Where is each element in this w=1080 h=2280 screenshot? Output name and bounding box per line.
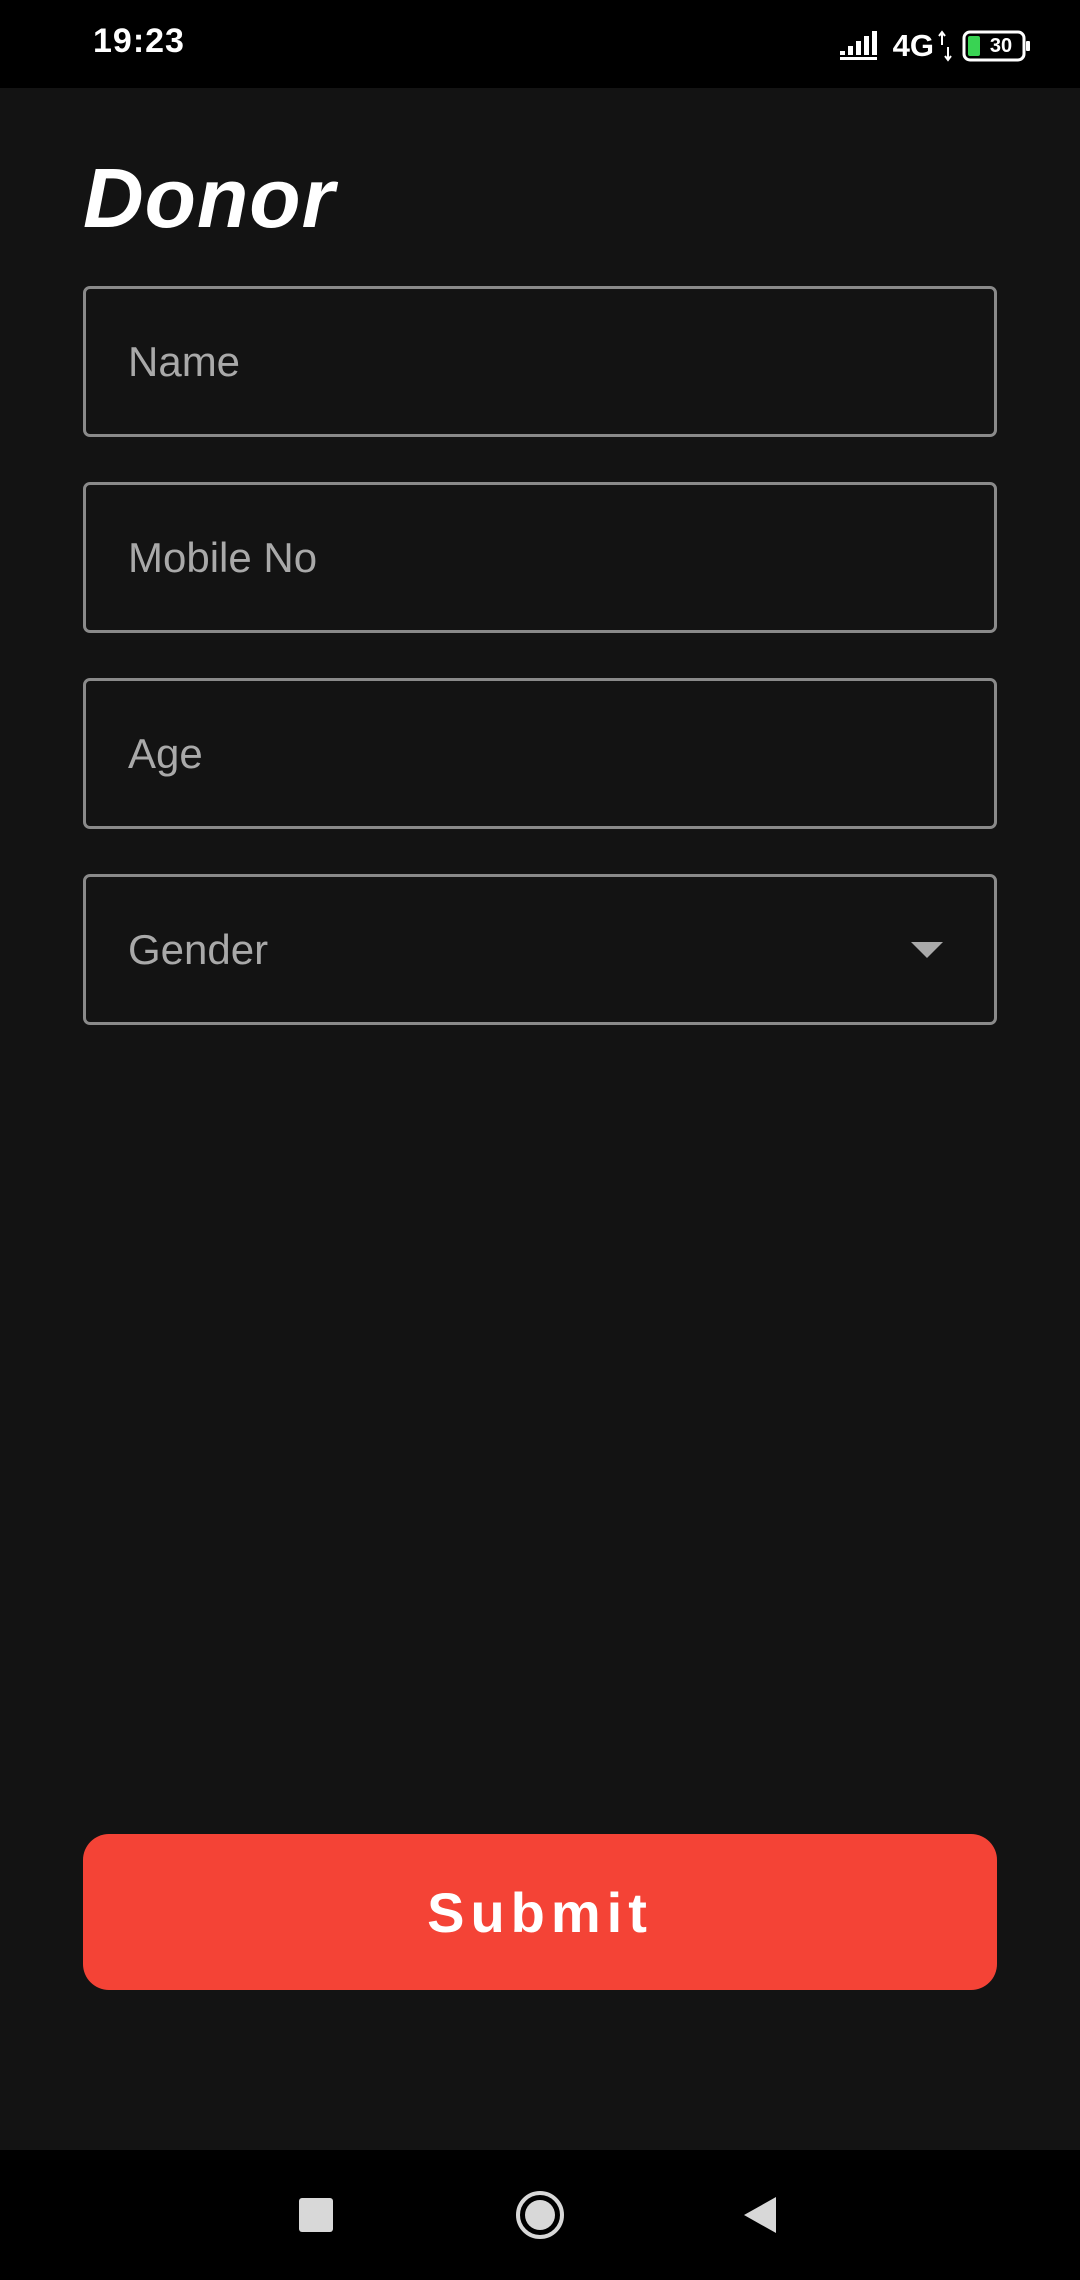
status-indicators: 4G 30 [839,26,1032,66]
back-button[interactable] [700,2150,820,2280]
age-field[interactable] [83,678,997,829]
page-title: Donor [83,151,336,245]
recents-square-icon [299,2198,333,2232]
mobile-input[interactable] [86,485,994,630]
dropdown-arrow-icon [911,942,943,958]
battery-level: 30 [989,35,1013,57]
name-input[interactable] [86,289,994,434]
mobile-field[interactable] [83,482,997,633]
battery-icon: 30 [962,29,1032,63]
name-field[interactable] [83,286,997,437]
back-triangle-icon [744,2197,776,2233]
home-button[interactable] [480,2150,600,2280]
navigation-bar [0,2150,1080,2280]
data-arrows-icon [938,30,952,62]
home-circle-icon [516,2191,564,2239]
status-time: 19:23 [93,22,185,60]
age-input[interactable] [86,681,994,826]
recents-button[interactable] [256,2150,376,2280]
signal-icon [839,31,877,60]
gender-select[interactable]: Gender [83,874,997,1025]
gender-select-label: Gender [128,926,269,973]
status-bar: 19:23 4G 30 [0,0,1080,88]
network-type: 4G [892,28,934,63]
submit-button[interactable]: Submit [83,1834,997,1990]
